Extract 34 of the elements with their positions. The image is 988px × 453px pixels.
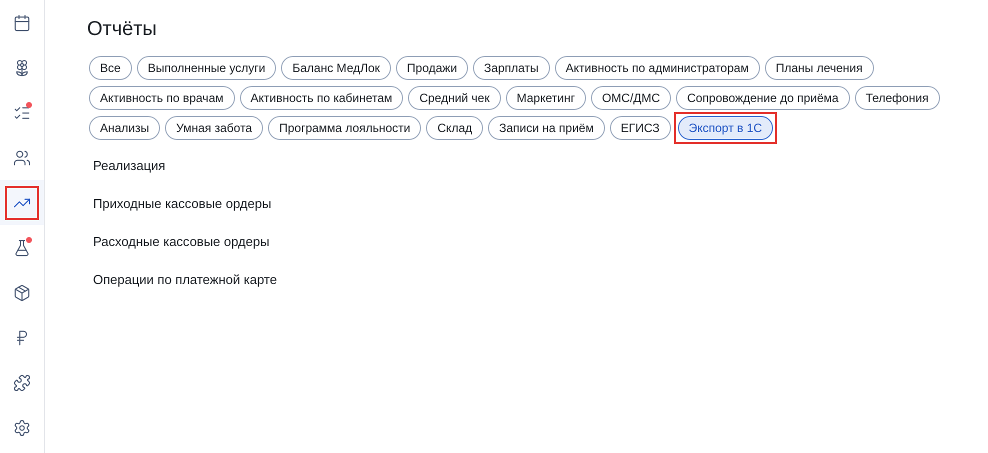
filter-chip[interactable]: Склад — [426, 116, 484, 140]
sidebar-item[interactable] — [0, 180, 44, 225]
flask-icon — [13, 238, 31, 256]
filter-chip[interactable]: Активность по администраторам — [554, 56, 760, 80]
filter-chip[interactable]: Активность по кабинетам — [240, 86, 404, 110]
filter-chip[interactable]: Телефония — [854, 86, 940, 110]
filter-chip[interactable]: ЕГИСЗ — [610, 116, 671, 140]
filter-chip[interactable]: Планы лечения — [764, 56, 874, 80]
filter-chip[interactable]: Анализы — [89, 116, 160, 140]
filter-chip[interactable]: Сопровождение до приёма — [676, 86, 850, 110]
calendar-icon — [13, 14, 31, 32]
filter-chip[interactable]: Программа лояльности — [268, 116, 422, 140]
filter-chip[interactable]: Все — [89, 56, 132, 80]
filter-chip[interactable]: Зарплаты — [473, 56, 550, 80]
filter-chip[interactable]: Умная забота — [165, 116, 264, 140]
filter-chip[interactable]: Активность по врачам — [89, 86, 234, 110]
filter-chip[interactable]: Средний чек — [408, 86, 501, 110]
report-link[interactable]: Приходные кассовые ордеры — [93, 194, 272, 213]
settings-icon — [13, 418, 31, 436]
puzzle-icon — [13, 374, 31, 392]
filter-chip[interactable]: Маркетинг — [506, 86, 586, 110]
users-icon — [13, 148, 31, 166]
filter-chip[interactable]: ОМС/ДМС — [590, 86, 672, 110]
flower-icon — [13, 58, 31, 76]
filter-chip[interactable]: Продажи — [396, 56, 468, 80]
page-title: Отчёты — [87, 17, 158, 42]
report-link[interactable]: Операции по платежной карте — [93, 270, 277, 289]
filter-chip[interactable]: Баланс МедЛок — [281, 56, 391, 80]
filter-chip[interactable]: Выполненные услуги — [136, 56, 276, 80]
box-icon — [13, 284, 31, 302]
filter-chip[interactable]: Экспорт в 1С — [678, 116, 774, 140]
report-link[interactable]: Расходные кассовые ордеры — [93, 232, 270, 251]
report-link[interactable]: Реализация — [93, 156, 166, 175]
filter-chip[interactable]: Записи на приём — [488, 116, 605, 140]
